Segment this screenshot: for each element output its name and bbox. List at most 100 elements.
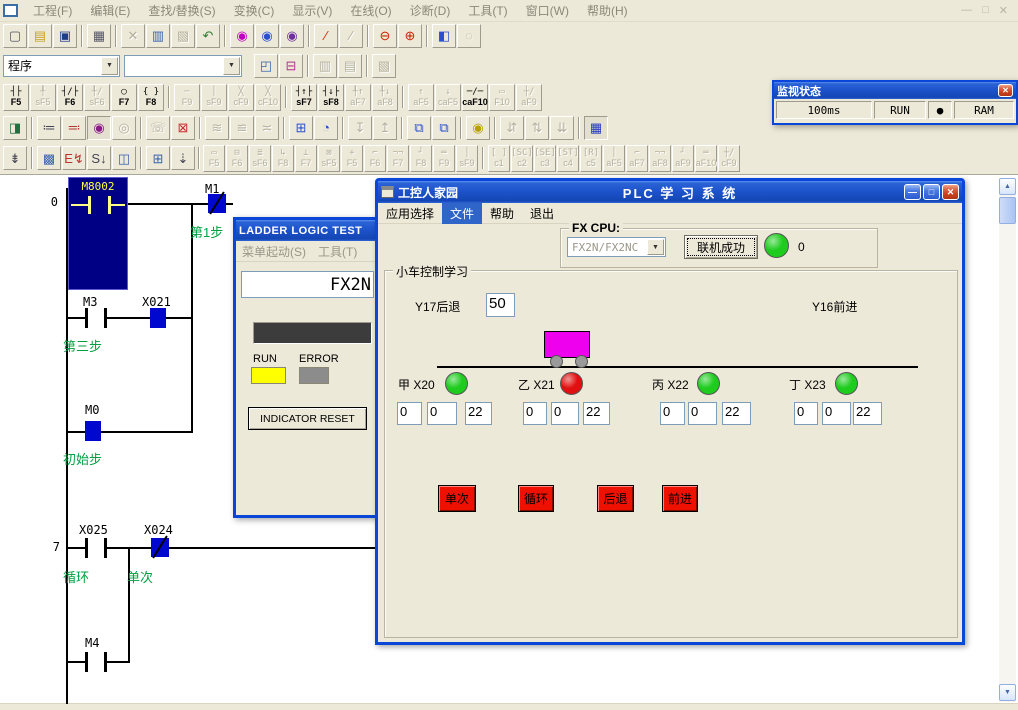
minimize-icon[interactable]: — (961, 4, 972, 17)
monitor-write-mode-button[interactable]: ◎ (112, 116, 136, 140)
cf9-delete-button[interactable]: ┼/cF9 (718, 145, 740, 172)
closed-contact-x024[interactable] (151, 538, 169, 557)
menu-item[interactable]: 窗口(W) (517, 0, 578, 21)
chevron-down-icon[interactable]: ▼ (647, 239, 664, 255)
menu-item[interactable]: 工程(F) (24, 0, 81, 21)
falling-pulse-button[interactable]: ┤↓├sF8 (318, 84, 344, 111)
statement-button[interactable]: ⇊ (550, 116, 574, 140)
invert-operation-button[interactable]: ─/─caF10 (462, 84, 488, 111)
write-mode-button[interactable]: ∕ (314, 24, 338, 48)
c1-button[interactable]: [ ]c1 (488, 145, 510, 172)
parallel-closed-contact-button[interactable]: ╀/sF6 (84, 84, 110, 111)
energized-contact-x021[interactable] (150, 308, 166, 328)
device-memory-button[interactable]: ▤ (338, 54, 362, 78)
up-arrow-button[interactable]: ↑aF5 (408, 84, 434, 111)
program-check-button[interactable]: ◉ (466, 116, 490, 140)
delete-vertical-line-button[interactable]: ╳cF10 (255, 84, 281, 111)
sensor4-value3-input[interactable]: 22 (853, 402, 882, 425)
read-mode-button[interactable]: ∕ (339, 24, 363, 48)
open-file-button[interactable]: ▤ (28, 24, 52, 48)
af8-corner-button[interactable]: ¬¬aF8 (649, 145, 671, 172)
parallel-falling-pulse-button[interactable]: ╀↓aF8 (372, 84, 398, 111)
dialog-menu-item[interactable]: 文件 (442, 203, 482, 224)
af10-line-button[interactable]: ═aF10 (695, 145, 717, 172)
sfc-block-button[interactable]: ≣sF6 (249, 145, 271, 172)
sensor1-value2-input[interactable]: 0 (427, 402, 457, 425)
save-button[interactable]: ▣ (53, 24, 77, 48)
data-name-combo[interactable]: ▼ (124, 55, 242, 77)
split-pane-button[interactable]: ◫ (112, 146, 136, 170)
paste-button[interactable]: ▧ (171, 24, 195, 48)
loop-run-button[interactable]: 循环 (518, 485, 554, 512)
minimize-button[interactable]: — (904, 184, 921, 200)
sfc-sel-join-button[interactable]: ┘F8 (410, 145, 432, 172)
partial-execution-button[interactable]: ≋ (205, 116, 229, 140)
sensor3-value3-input[interactable]: 22 (722, 402, 751, 425)
delete-horizontal-line-button[interactable]: ╳cF9 (228, 84, 254, 111)
program-combo[interactable]: 程序 ▼ (3, 55, 120, 77)
horizontal-line-button[interactable]: ─F9 (174, 84, 200, 111)
split-window-button[interactable]: ⊞ (289, 116, 313, 140)
sensor2-value3-input[interactable]: 22 (583, 402, 610, 425)
comment-list-button[interactable]: ▧ (372, 54, 396, 78)
backward-button[interactable]: 后退 (597, 485, 634, 512)
undo-button[interactable]: ↶ (196, 24, 220, 48)
dialog-titlebar[interactable]: 工控人家园 PLC 学 习 系 统 — □ ✕ (378, 181, 962, 203)
remove-all-breaks-button[interactable]: ⊠ (171, 116, 195, 140)
tile-window-button[interactable]: ⧉ (432, 116, 456, 140)
error-jump-button[interactable]: E↯ (62, 146, 86, 170)
zoom-out-button[interactable]: ⊖ (373, 24, 397, 48)
project-window-button[interactable]: ◧ (432, 24, 456, 48)
cascade-window-button[interactable]: ⧉ (407, 116, 431, 140)
c3-button[interactable]: [SE]c3 (534, 145, 556, 172)
menu-item[interactable]: 编辑(E) (81, 0, 139, 21)
speed-input[interactable]: 50 (486, 293, 515, 317)
vertical-line-button[interactable]: │sF9 (201, 84, 227, 111)
step-transfer-button[interactable]: ⇟ (3, 146, 27, 170)
sfc-vline-button[interactable]: │sF9 (456, 145, 478, 172)
sensor1-value1-input[interactable]: 0 (397, 402, 422, 425)
parameter-tree-button[interactable]: ≔ (37, 116, 61, 140)
refresh-button[interactable]: ◌ (457, 24, 481, 48)
af9-corner-button[interactable]: ┘aF9 (672, 145, 694, 172)
connect-button[interactable]: 联机成功 (684, 235, 758, 259)
time-chart-button[interactable]: ◔ (314, 116, 338, 140)
selected-cell-m8002[interactable]: M8002 (68, 177, 128, 290)
scrollbar-thumb[interactable] (999, 197, 1016, 224)
down-arrow-button[interactable]: ↓caF5 (435, 84, 461, 111)
c2-button[interactable]: [SC]c2 (511, 145, 533, 172)
menu-item[interactable]: 在线(O) (341, 0, 400, 21)
menu-item[interactable]: 工具(T) (459, 0, 516, 21)
menu-item[interactable]: 变换(C) (225, 0, 284, 21)
device-tree-button[interactable]: ⊟ (279, 54, 303, 78)
menu-item[interactable]: 查找/替换(S) (139, 0, 224, 21)
copy-button[interactable]: ▥ (146, 24, 170, 48)
write-to-plc-button[interactable]: ↧ (348, 116, 372, 140)
fx-cpu-combo[interactable]: FX2N/FX2NC ▼ (567, 237, 666, 257)
open-contact-m4[interactable] (85, 652, 107, 672)
open-contact-m3[interactable] (85, 308, 107, 328)
monitor-mode-button[interactable]: ◉ (87, 116, 111, 140)
chevron-down-icon[interactable]: ▼ (223, 57, 240, 75)
sfc-par-join-button[interactable]: ═F9 (433, 145, 455, 172)
comment-tree-button[interactable]: ≕ (62, 116, 86, 140)
test-menu-item[interactable]: 工具(T) (312, 241, 363, 262)
find-replace-button[interactable]: ◉ (280, 24, 304, 48)
open-contact-button[interactable]: ┤├F5 (3, 84, 29, 111)
sfc-dummy-button[interactable]: ⊠sF5 (318, 145, 340, 172)
cut-button[interactable]: ✕ (121, 24, 145, 48)
find-device-button[interactable]: ◉ (255, 24, 279, 48)
sensor3-value2-input[interactable]: 0 (688, 402, 717, 425)
parallel-open-contact-button[interactable]: ╀sF5 (30, 84, 56, 111)
test-menu-item[interactable]: 菜单起动(S) (236, 241, 312, 262)
sensor4-value2-input[interactable]: 0 (822, 402, 851, 425)
closed-contact-button[interactable]: ┤/├F6 (57, 84, 83, 111)
sensor4-value1-input[interactable]: 0 (794, 402, 818, 425)
note-button[interactable]: ⇅ (525, 116, 549, 140)
rising-pulse-button[interactable]: ┤↑├sF7 (291, 84, 317, 111)
dialog-menu-item[interactable]: 应用选择 (378, 203, 442, 224)
restore-icon[interactable]: □ (982, 4, 989, 17)
line-statement-button[interactable]: ⇵ (500, 116, 524, 140)
parallel-rising-pulse-button[interactable]: ╀↑aF7 (345, 84, 371, 111)
instruction-list-button[interactable]: ▥ (313, 54, 337, 78)
